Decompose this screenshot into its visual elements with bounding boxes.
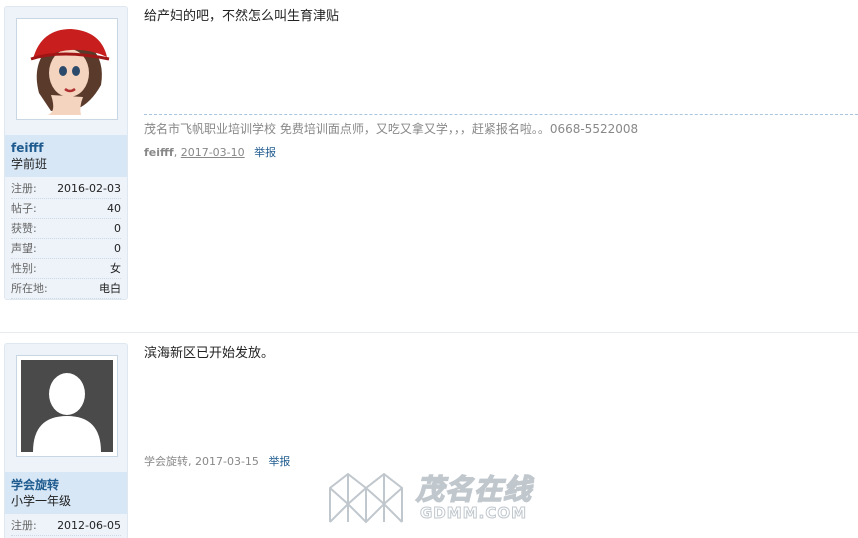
stat-value[interactable]: 40 [107,199,121,218]
user-name-block: feifff 学前班 [5,135,127,177]
post-date[interactable]: 2017-03-15 [195,455,259,468]
stat-row-posts: 帖子: 40 [11,199,121,219]
user-signature: 茂名市飞帆职业培训学校 免费培训面点师，又吃又拿又学，，，赶紧报名啦。。0668… [144,114,858,137]
user-name-block: 学会旋转 小学一年级 [5,472,127,514]
stat-row-register: 注册: 2012-06-05 [11,516,121,536]
stat-row-gender: 性别: 女 [11,259,121,279]
meta-separator: , [173,146,178,159]
stat-row-reputation: 声望: 0 [11,239,121,259]
stat-value: 女 [110,262,121,275]
post-author[interactable]: feifff [144,146,174,159]
stat-row-register: 注册: 2016-02-03 [11,179,121,199]
stat-row-likes: 获赞: 0 [11,219,121,239]
meta-separator: , [188,455,192,468]
post-date[interactable]: 2017-03-10 [181,146,245,159]
post-meta: 学会旋转, 2017-03-15 举报 [144,455,290,469]
username-link[interactable]: feifff [11,140,121,156]
stat-label: 获赞: [11,222,37,235]
post-content: 给产妇的吧，不然怎么叫生育津贴 [144,8,858,26]
stat-row-location: 所在地: 电白 [11,279,121,299]
post-1: feifff 学前班 注册: 2016-02-03 帖子: 40 获赞: 0 声… [0,0,858,330]
stat-label: 注册: [11,182,37,195]
username-link[interactable]: 学会旋转 [11,477,121,493]
user-group: 学前班 [11,157,48,171]
stat-label: 性别: [11,262,37,275]
stat-label: 所在地: [11,282,48,295]
stat-value: 0 [114,222,121,235]
user-sidebar: 学会旋转 小学一年级 注册: 2012-06-05 [4,343,128,538]
stat-value: 电白 [99,282,121,295]
post-message: 给产妇的吧，不然怎么叫生育津贴 [144,9,340,24]
site-watermark: 茂名在线 GDMM.COM [316,466,546,528]
user-stats: 注册: 2016-02-03 帖子: 40 获赞: 0 声望: 0 性别: 女 … [11,179,121,299]
stat-value: 0 [114,242,121,255]
user-sidebar: feifff 学前班 注册: 2016-02-03 帖子: 40 获赞: 0 声… [4,6,128,300]
stat-value: 2016-02-03 [57,182,121,195]
user-group: 小学一年级 [11,494,72,508]
watermark-title: 茂名在线 [415,472,533,507]
post-author[interactable]: 学会旋转 [144,455,188,468]
watermark-logo-icon [329,472,403,524]
stat-label: 注册: [11,519,37,532]
stat-label: 声望: [11,242,37,255]
stat-label: 帖子: [11,202,37,215]
user-stats: 注册: 2012-06-05 [11,516,121,536]
report-link[interactable]: 举报 [268,455,290,468]
default-avatar-icon [21,360,113,452]
stat-value: 2012-06-05 [57,519,121,532]
avatar-image [21,23,113,115]
post-content: 滨海新区已开始发放。 [144,345,858,363]
avatar[interactable] [16,18,118,120]
avatar[interactable] [16,355,118,457]
report-link[interactable]: 举报 [254,146,276,159]
post-message: 滨海新区已开始发放。 [144,346,275,361]
post-meta: feifff, 2017-03-10 举报 [144,146,276,160]
watermark-domain: GDMM.COM [419,504,528,523]
